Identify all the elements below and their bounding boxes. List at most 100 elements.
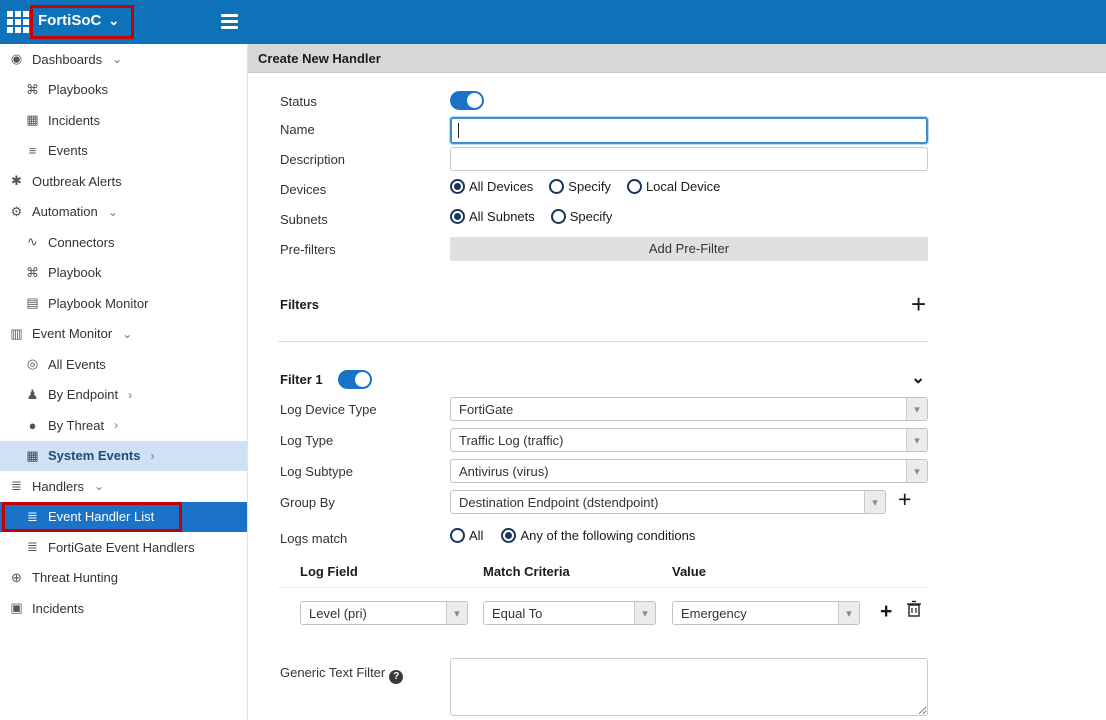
sidebar-item-automation[interactable]: ⚙ Automation ⌄ — [0, 197, 247, 228]
outbreak-alerts-icon: ✱ — [9, 173, 24, 189]
delete-condition-icon[interactable] — [906, 600, 922, 618]
sidebar-item-label: Playbook Monitor — [48, 296, 148, 311]
filter1-toggle[interactable] — [338, 370, 372, 389]
log-subtype-select[interactable]: Antivirus (virus) ▾ — [450, 459, 928, 483]
radio-specify-devices[interactable]: Specify — [549, 179, 611, 194]
sidebar-item-playbook[interactable]: ⌘ Playbook — [0, 258, 247, 289]
menu-icon[interactable] — [221, 14, 238, 29]
sidebar-item-handlers[interactable]: ≣ Handlers ⌄ — [0, 471, 247, 502]
group-by-select[interactable]: Destination Endpoint (dstendpoint) ▾ — [450, 490, 886, 514]
product-switcher[interactable]: FortiSoC ⌄ — [38, 12, 119, 29]
radio-selected-icon — [450, 209, 465, 224]
sidebar-item-label: Dashboards — [32, 52, 102, 67]
add-group-by-icon[interactable]: + — [898, 488, 911, 511]
sidebar-item-playbook-monitor[interactable]: ▤ Playbook Monitor — [0, 288, 247, 319]
radio-any-conditions[interactable]: Any of the following conditions — [501, 528, 695, 543]
caret-down-icon: ▾ — [906, 429, 927, 451]
incidents-icon: ▣ — [9, 600, 24, 616]
playbook-monitor-icon: ▤ — [25, 295, 40, 311]
event-monitor-icon: ▥ — [9, 326, 24, 342]
chevron-right-icon: › — [151, 449, 155, 463]
log-device-type-select[interactable]: FortiGate ▾ — [450, 397, 928, 421]
create-handler-form: Status Name Description Devices All Devi… — [248, 73, 1106, 720]
description-input[interactable] — [450, 147, 928, 171]
sidebar-item-event-handler-list[interactable]: ≣ Event Handler List — [0, 502, 247, 533]
generic-text-filter-label: Generic Text Filter? — [280, 665, 403, 684]
chevron-right-icon: › — [128, 388, 132, 402]
radio-specify-subnets[interactable]: Specify — [551, 209, 613, 224]
log-subtype-label: Log Subtype — [280, 464, 353, 479]
subnets-label: Subnets — [280, 212, 328, 227]
sidebar-item-events[interactable]: ≡ Events — [0, 136, 247, 167]
sidebar-item-incidents[interactable]: ▦ Incidents — [0, 105, 247, 136]
sidebar-item-label: By Threat — [48, 418, 104, 433]
playbooks-icon: ⌘ — [25, 82, 40, 98]
select-value: Destination Endpoint (dstendpoint) — [451, 495, 864, 510]
chevron-down-icon: ⌄ — [108, 205, 118, 219]
sidebar-item-label: All Events — [48, 357, 106, 372]
caret-down-icon: ▾ — [864, 491, 885, 513]
sidebar-item-by-threat[interactable]: ● By Threat › — [0, 410, 247, 441]
collapse-filter-icon[interactable]: ⌄ — [911, 369, 925, 386]
sidebar-item-playbooks[interactable]: ⌘ Playbooks — [0, 75, 247, 106]
radio-icon — [549, 179, 564, 194]
sidebar-item-label: Automation — [32, 204, 98, 219]
sidebar-item-dashboards[interactable]: ◉ Dashboards ⌄ — [0, 44, 247, 75]
sidebar-item-incidents-bottom[interactable]: ▣ Incidents — [0, 593, 247, 624]
app-grid-icon[interactable] — [7, 11, 29, 33]
radio-icon — [627, 179, 642, 194]
sidebar-item-connectors[interactable]: ∿ Connectors — [0, 227, 247, 258]
add-condition-icon[interactable]: + — [880, 601, 892, 622]
chevron-down-icon: ⌄ — [108, 14, 119, 27]
column-header-match-criteria: Match Criteria — [483, 564, 570, 579]
status-toggle[interactable] — [450, 91, 484, 110]
log-type-select[interactable]: Traffic Log (traffic) ▾ — [450, 428, 928, 452]
sidebar-item-event-monitor[interactable]: ▥ Event Monitor ⌄ — [0, 319, 247, 350]
by-endpoint-icon: ♟ — [25, 387, 40, 403]
caret-down-icon: ▾ — [634, 602, 655, 624]
value-select[interactable]: Emergency ▾ — [672, 601, 860, 625]
chevron-down-icon: ⌄ — [122, 327, 132, 341]
page-title: Create New Handler — [248, 44, 1106, 73]
radio-label: All Subnets — [469, 209, 535, 224]
radio-label: Specify — [568, 179, 611, 194]
select-value: Antivirus (virus) — [451, 464, 906, 479]
system-events-icon: ▦ — [25, 448, 40, 464]
event-handler-list-icon: ≣ — [25, 509, 40, 525]
log-field-select[interactable]: Level (pri) ▾ — [300, 601, 468, 625]
select-value: Equal To — [484, 606, 634, 621]
radio-local-device[interactable]: Local Device — [627, 179, 720, 194]
column-header-value: Value — [672, 564, 706, 579]
caret-down-icon: ▾ — [906, 398, 927, 420]
sidebar-item-outbreak-alerts[interactable]: ✱ Outbreak Alerts — [0, 166, 247, 197]
radio-selected-icon — [501, 528, 516, 543]
help-icon[interactable]: ? — [389, 670, 403, 684]
sidebar-item-label: Connectors — [48, 235, 114, 250]
sidebar-item-system-events[interactable]: ▦ System Events › — [0, 441, 247, 472]
sidebar-item-label: System Events — [48, 448, 141, 463]
radio-all-conditions[interactable]: All — [450, 528, 483, 543]
add-filter-icon[interactable]: + — [911, 291, 926, 317]
radio-all-subnets[interactable]: All Subnets — [450, 209, 535, 224]
status-label: Status — [280, 94, 317, 109]
radio-all-devices[interactable]: All Devices — [450, 179, 533, 194]
name-input[interactable] — [450, 117, 928, 144]
prefilters-label: Pre-filters — [280, 242, 336, 257]
match-criteria-select[interactable]: Equal To ▾ — [483, 601, 656, 625]
top-bar: FortiSoC ⌄ — [0, 0, 1106, 44]
sidebar-item-fortigate-event-handlers[interactable]: ≣ FortiGate Event Handlers — [0, 532, 247, 563]
column-header-log-field: Log Field — [300, 564, 358, 579]
sidebar-item-threat-hunting[interactable]: ⊕ Threat Hunting — [0, 563, 247, 594]
group-by-label: Group By — [280, 495, 335, 510]
sidebar-item-label: Playbook — [48, 265, 101, 280]
generic-text-filter-textarea[interactable] — [450, 658, 928, 716]
product-name: FortiSoC — [38, 12, 101, 29]
sidebar-item-all-events[interactable]: ◎ All Events — [0, 349, 247, 380]
caret-down-icon: ▾ — [906, 460, 927, 482]
sidebar-item-by-endpoint[interactable]: ♟ By Endpoint › — [0, 380, 247, 411]
radio-label: Local Device — [646, 179, 720, 194]
add-prefilter-button[interactable]: Add Pre-Filter — [450, 237, 928, 261]
all-events-icon: ◎ — [25, 356, 40, 372]
automation-icon: ⚙ — [9, 204, 24, 220]
main-content: Create New Handler Status Name Descripti… — [248, 44, 1106, 720]
